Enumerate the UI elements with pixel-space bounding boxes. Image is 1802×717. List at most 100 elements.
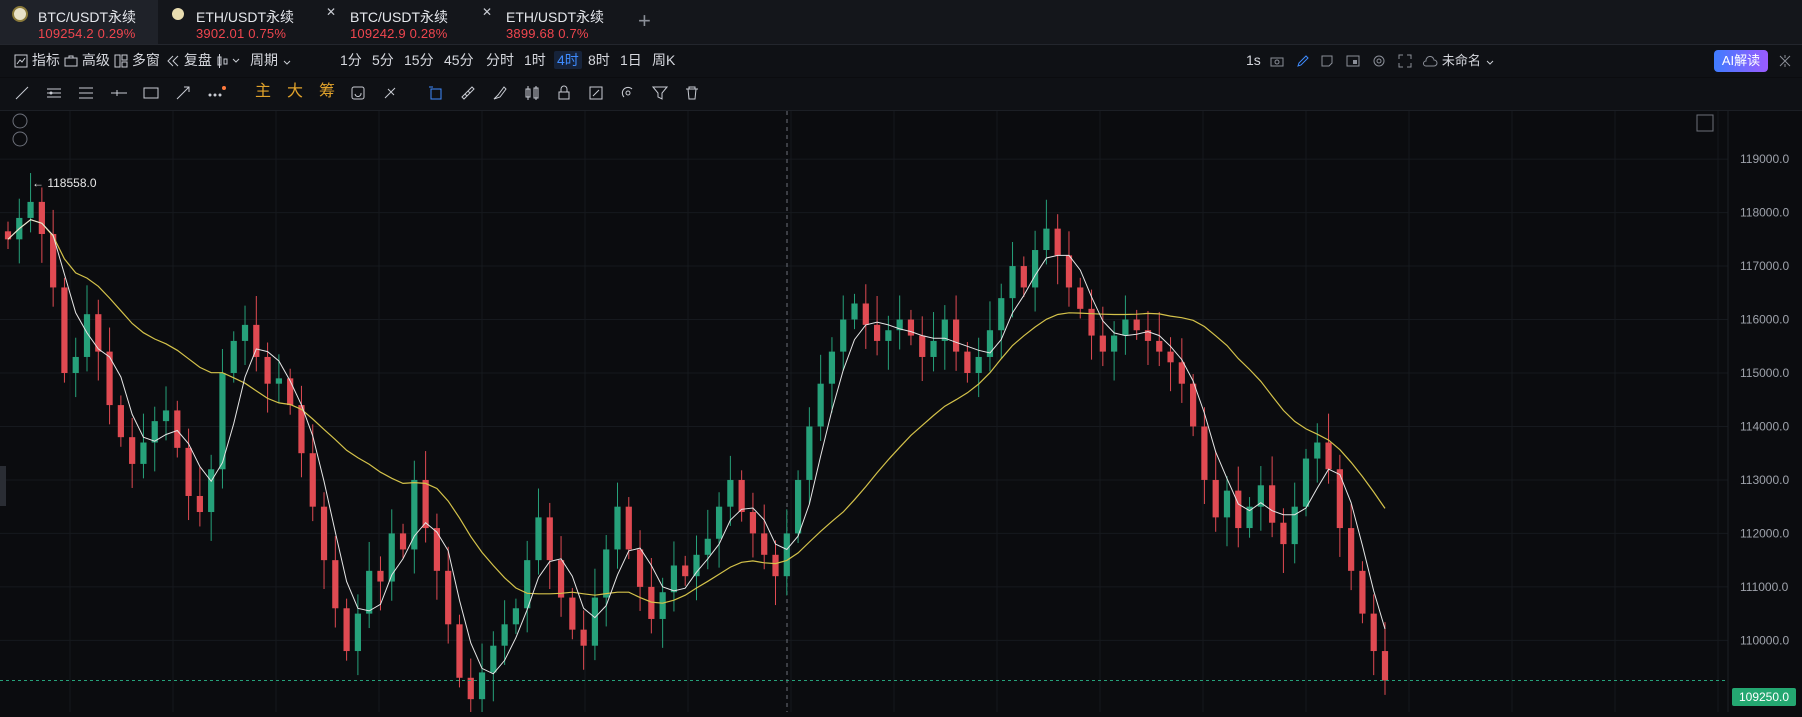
candle-body <box>580 629 587 646</box>
rectangle-icon[interactable] <box>143 84 159 102</box>
magnet-icon[interactable] <box>620 84 636 102</box>
candle-body <box>1077 287 1084 309</box>
candle-body <box>399 533 407 550</box>
tab-price: 3899.68 <box>506 26 555 41</box>
replay-button[interactable]: 复盘 <box>166 51 212 69</box>
trash-icon[interactable] <box>684 84 700 102</box>
candle-body <box>715 506 723 539</box>
eraser-icon[interactable] <box>382 84 398 102</box>
interval-option[interactable]: 4时 <box>554 51 582 69</box>
candle-body <box>1235 490 1242 529</box>
more-tools-icon[interactable] <box>207 84 227 102</box>
period-select[interactable]: 周期 <box>250 51 292 69</box>
note-icon[interactable] <box>1320 51 1334 69</box>
refresh-rate-button[interactable]: 1s <box>1246 51 1261 69</box>
symbol-tab[interactable]: BTC/USDT永续 109254.2 0.29% <box>0 0 158 44</box>
candle-body <box>1280 522 1287 545</box>
close-x-icon[interactable]: ✕ <box>326 5 336 19</box>
candlestick-chart[interactable]: 110000.0 111000.0 112000.0 113000.0 114000.0… <box>0 111 1802 717</box>
brush-icon[interactable] <box>492 84 508 102</box>
copy-drawing-icon[interactable] <box>428 84 444 102</box>
candle-body <box>952 319 960 352</box>
candle-body <box>1302 458 1310 507</box>
panel-toggle-icon[interactable] <box>1778 51 1792 69</box>
candle-body <box>1054 228 1061 256</box>
candle-body <box>208 469 215 513</box>
chart-type-select[interactable] <box>216 51 242 69</box>
cloud-layout-button[interactable]: 未命名 <box>1422 51 1495 70</box>
ai-analysis-button[interactable]: AI解读 <box>1714 50 1768 72</box>
interval-option[interactable]: 分时 <box>486 51 514 69</box>
interval-option[interactable]: 1分 <box>340 51 362 69</box>
candle-body <box>603 549 610 598</box>
filter-icon[interactable] <box>651 84 669 102</box>
sync-icon[interactable] <box>350 84 366 102</box>
interval-option[interactable]: 1时 <box>524 51 546 69</box>
drawing-toolbar: 主 大 筹 <box>0 78 1802 111</box>
tab-price-change: 3899.68 0.7% <box>506 26 589 41</box>
tab-change: 0.29% <box>97 26 136 41</box>
lock-icon[interactable] <box>556 84 572 102</box>
candle-body <box>817 383 824 427</box>
close-x-icon[interactable]: ✕ <box>482 5 492 19</box>
arrow-line-icon[interactable] <box>175 84 191 102</box>
interval-option[interactable]: 15分 <box>404 51 434 69</box>
candle-body <box>761 533 768 555</box>
compare-candles-icon[interactable] <box>524 84 542 102</box>
chart-svg[interactable]: 110000.0 111000.0 112000.0 113000.0 114000.0… <box>0 111 1802 717</box>
multi-window-button[interactable]: 多窗 <box>114 51 160 69</box>
candle-body <box>241 324 249 341</box>
candle-body <box>749 512 757 534</box>
interval-option[interactable]: 周K <box>652 51 675 69</box>
briefcase-icon <box>64 55 78 67</box>
tab-symbol-name: ETH/USDT永续 <box>196 9 294 25</box>
candle-body <box>1156 340 1163 352</box>
advanced-button[interactable]: 高级 <box>64 51 110 69</box>
interval-option[interactable]: 8时 <box>588 51 610 69</box>
symbol-tab[interactable]: ✕ BTC/USDT永续 109242.9 0.28% <box>312 0 468 44</box>
candle-body <box>772 554 779 577</box>
tab-price: 109242.9 <box>350 26 406 41</box>
candle-body <box>27 201 34 218</box>
candle-body <box>38 201 45 234</box>
fullscreen-icon[interactable] <box>1398 51 1412 69</box>
candle-body <box>524 560 531 609</box>
candle-body <box>998 298 1005 331</box>
candle-body <box>354 613 361 652</box>
candle-body <box>738 479 745 513</box>
candle-body <box>467 677 474 700</box>
main-chart-button[interactable]: 主 <box>255 83 271 101</box>
image-icon[interactable] <box>1346 51 1360 69</box>
advanced-label: 高级 <box>81 52 110 68</box>
candle-body <box>907 319 915 336</box>
candle-body <box>1020 266 1027 288</box>
settings-gear-icon[interactable] <box>1372 51 1386 69</box>
candle-body <box>975 356 982 374</box>
candle-body <box>964 351 971 374</box>
chip-distribution-button[interactable]: 筹 <box>319 83 335 101</box>
add-tab-button[interactable]: + <box>638 10 651 32</box>
pencil-icon[interactable] <box>1296 51 1310 69</box>
horizontal-line-icon[interactable] <box>110 84 128 102</box>
big-order-button[interactable]: 大 <box>287 83 303 101</box>
interval-option[interactable]: 45分 <box>444 51 474 69</box>
symbol-tab[interactable]: ✕ ETH/USDT永续 3899.68 0.7% <box>468 0 624 44</box>
chevron-down-icon <box>1486 60 1494 65</box>
interval-option[interactable]: 5分 <box>372 51 394 69</box>
candle-body <box>557 560 565 598</box>
candle-body <box>806 426 813 480</box>
y-tick-label: 112000.0 <box>1740 526 1789 540</box>
edit-note-icon[interactable] <box>588 84 604 102</box>
indicator-button[interactable]: 指标 <box>14 51 60 69</box>
camera-icon[interactable] <box>1270 51 1284 69</box>
symbol-tab[interactable]: ETH/USDT永续 3902.01 0.75% <box>158 0 312 44</box>
parallel-channel-icon[interactable] <box>46 84 62 102</box>
candles-icon <box>217 54 240 68</box>
candle-body <box>275 378 282 384</box>
ruler-icon[interactable] <box>460 84 476 102</box>
trendline-icon[interactable] <box>14 84 30 102</box>
interval-option[interactable]: 1日 <box>620 51 642 69</box>
fib-lines-icon[interactable] <box>78 84 94 102</box>
candle-body <box>287 378 294 406</box>
candle-body <box>546 517 553 561</box>
